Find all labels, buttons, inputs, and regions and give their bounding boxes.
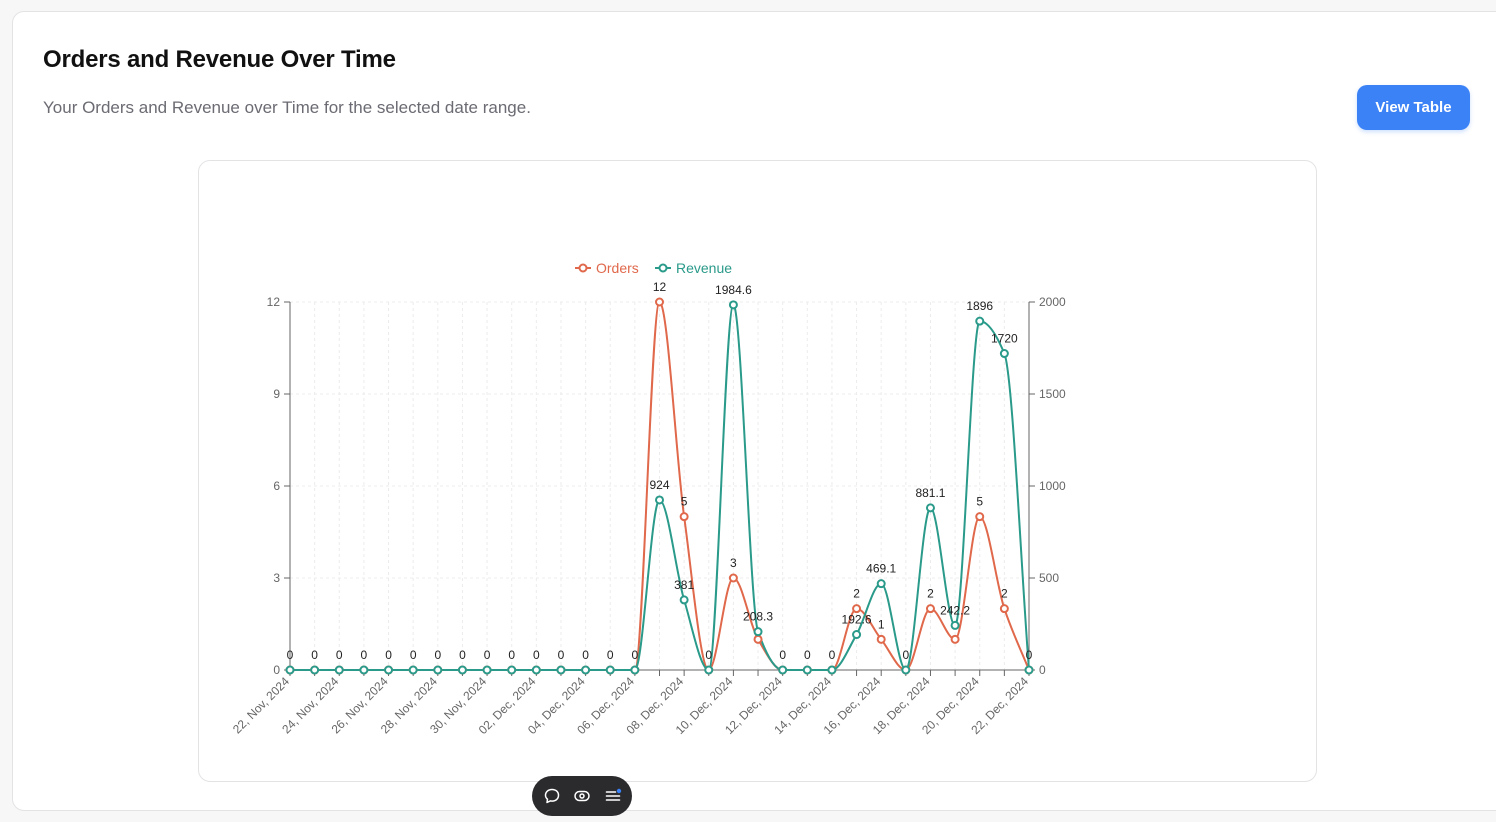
page-title: Orders and Revenue Over Time <box>43 46 396 73</box>
page-subtitle: Your Orders and Revenue over Time for th… <box>43 98 531 117</box>
view-table-button[interactable]: View Table <box>1357 85 1470 130</box>
eye-icon[interactable] <box>571 785 593 807</box>
comment-icon[interactable] <box>541 785 563 807</box>
chart-card: Orders and Revenue Over Time Your Orders… <box>12 11 1496 811</box>
menu-icon[interactable] <box>602 785 624 807</box>
chart-container <box>198 160 1317 782</box>
floating-toolbar <box>532 776 632 816</box>
